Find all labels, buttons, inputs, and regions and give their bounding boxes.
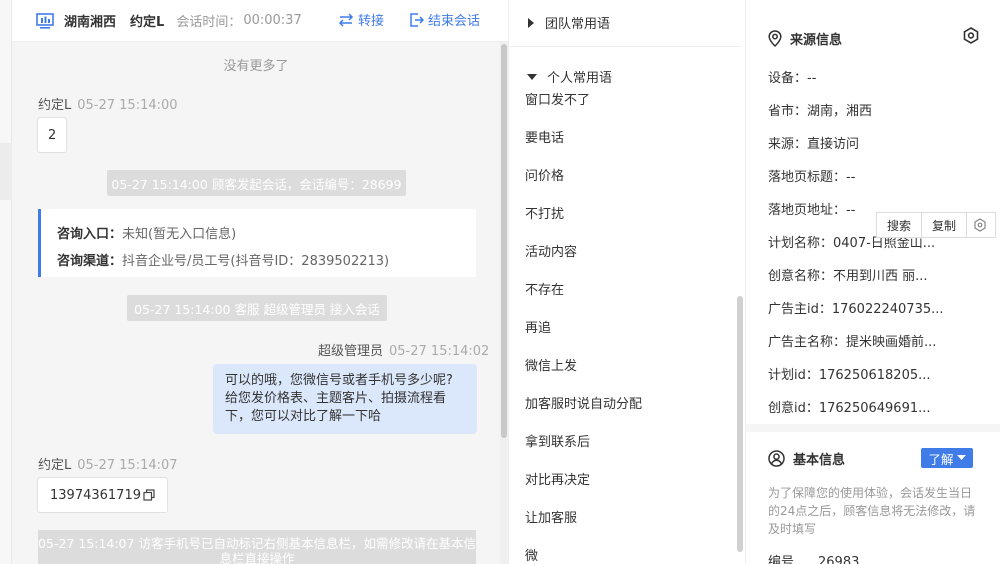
session-timer: 00:00:37 xyxy=(243,13,302,28)
exit-icon xyxy=(410,12,424,27)
field-landing-title: 落地页标题：-- xyxy=(768,170,856,185)
consult-entry-row: 咨询入口：未知(暂无入口信息) xyxy=(57,221,476,248)
consult-entry-label: 咨询入口： xyxy=(57,227,123,242)
learn-more-button[interactable]: 了解 xyxy=(921,448,973,468)
message-time: 05-27 15:14:00 xyxy=(77,98,178,113)
field-creative-name: 创意名称：不用到川西 丽... xyxy=(768,269,928,284)
message-text: 13974361719 xyxy=(50,487,141,503)
phrase-item[interactable]: 不存在 xyxy=(525,279,564,298)
settings-small-icon[interactable] xyxy=(973,218,987,232)
visitor-region: 湖南湘西 xyxy=(64,15,117,30)
message-time: 05-27 15:14:02 xyxy=(389,344,490,359)
field-id: 编号 26983 xyxy=(768,551,859,564)
phrase-item[interactable]: 不打扰 xyxy=(525,203,564,222)
message-time: 05-27 15:14:07 xyxy=(77,458,178,473)
visitor-message-bubble: 2 xyxy=(37,117,68,153)
transfer-label: 转接 xyxy=(358,14,385,29)
field-source: 来源：直接访问 xyxy=(768,137,860,152)
chat-panel: 湖南湘西 约定L 会话时间： 00:00:37 转接 结束会话 没有更多了 约定… xyxy=(12,0,508,564)
no-more-messages: 没有更多了 xyxy=(223,59,289,74)
visitor-name: 约定L xyxy=(130,15,165,30)
end-session-label: 结束会话 xyxy=(428,14,481,29)
system-message-join: 05-27 15:14:00 客服 超级管理员 接入会话 xyxy=(127,295,387,321)
personal-phrases-group[interactable]: 个人常用语 xyxy=(527,67,612,86)
transfer-icon xyxy=(338,12,354,27)
phrase-item[interactable]: 拿到联系后 xyxy=(525,431,590,450)
phrase-item[interactable]: 活动内容 xyxy=(525,241,577,260)
field-province-city: 省市：湖南，湘西 xyxy=(768,104,873,119)
session-time-label: 会话时间： xyxy=(176,15,242,30)
basic-info-note: 为了保障您的使用体验，会话发生当日的24点之后，顾客信息将无法修改，请及时填写 xyxy=(768,486,976,536)
agent-sender: 超级管理员 05-27 15:14:02 xyxy=(318,340,489,359)
end-session-button[interactable]: 结束会话 xyxy=(409,10,480,29)
chat-scrollbar-thumb[interactable] xyxy=(501,44,507,438)
section-divider xyxy=(746,424,1000,432)
team-phrases-title: 团队常用语 xyxy=(545,17,611,32)
phrase-item[interactable]: 要电话 xyxy=(525,127,564,146)
sender-name: 约定L xyxy=(38,458,72,473)
system-message-phone-marked: 05-27 15:14:07 访客手机号已自动标记右侧基本信息栏，如需修改请在基… xyxy=(38,530,476,564)
learn-more-label: 了解 xyxy=(928,451,954,467)
monitor-icon xyxy=(36,12,54,29)
field-plan-id: 计划id：176250618205... xyxy=(768,368,931,383)
message-sender: 约定L 05-27 15:14:00 xyxy=(38,94,178,113)
field-advertiser-name: 广告主名称：提米映画婚前... xyxy=(768,335,937,350)
phrase-item[interactable]: 微 xyxy=(525,545,538,564)
consult-info-card: 咨询入口：未知(暂无入口信息) 咨询渠道：抖音企业号/员工号(抖音号ID：283… xyxy=(38,209,476,277)
location-pin-icon xyxy=(768,30,782,47)
phrase-item[interactable]: 窗口发不了 xyxy=(525,89,590,108)
transfer-button[interactable]: 转接 xyxy=(338,10,384,29)
consult-channel-row: 咨询渠道：抖音企业号/员工号(抖音号ID：2839502213) xyxy=(57,248,476,275)
consult-channel-value: 抖音企业号/员工号(抖音号ID：2839502213) xyxy=(122,254,390,269)
visitor-info-panel: 来源信息 设备：-- 省市：湖南，湘西 来源：直接访问 落地页标题：-- 落地页… xyxy=(746,0,1000,564)
group-divider xyxy=(509,46,741,47)
consult-entry-value: 未知(暂无入口信息) xyxy=(122,227,237,242)
phrase-item[interactable]: 对比再决定 xyxy=(525,469,590,488)
visitor-message-bubble[interactable]: 13974361719 xyxy=(37,477,168,513)
source-info-title: 来源信息 xyxy=(768,29,842,48)
field-landing-url: 落地页地址：-- xyxy=(768,203,856,218)
sender-name: 约定L xyxy=(38,98,72,113)
agent-message-bubble: 可以的哦，您微信号或者手机号多少呢?给您发价格表、主题客片、拍摄流程看下，您可以… xyxy=(213,364,477,434)
left-edge-strip xyxy=(0,0,12,564)
copy-icon[interactable] xyxy=(143,489,155,501)
source-info-label: 来源信息 xyxy=(790,33,843,48)
field-id-label: 编号 xyxy=(768,555,795,564)
field-id-value: 26983 xyxy=(818,555,860,564)
caret-right-icon xyxy=(528,17,534,28)
personal-phrases-title: 个人常用语 xyxy=(547,71,613,86)
phrase-item[interactable]: 让加客服 xyxy=(525,507,577,526)
user-circle-icon xyxy=(768,450,785,467)
text-selection-toolbar: 搜索 复制 xyxy=(876,212,996,238)
caret-down-icon xyxy=(956,455,966,460)
left-edge-tab[interactable] xyxy=(0,143,12,200)
consult-channel-label: 咨询渠道： xyxy=(57,254,123,269)
basic-info-title: 基本信息 xyxy=(768,449,845,468)
phrase-item[interactable]: 再追 xyxy=(525,317,551,336)
phrase-item[interactable]: 微信上发 xyxy=(525,355,577,374)
phrases-scrollbar-thumb[interactable] xyxy=(737,296,743,552)
copy-button[interactable]: 复制 xyxy=(922,217,966,234)
team-phrases-group[interactable]: 团队常用语 xyxy=(527,13,610,32)
field-creative-id: 创意id：176250649691... xyxy=(768,401,931,416)
search-button[interactable]: 搜索 xyxy=(877,217,921,234)
toolbar-separator xyxy=(966,212,968,238)
phrase-item[interactable]: 问价格 xyxy=(525,165,564,184)
phrase-item[interactable]: 加客服时说自动分配 xyxy=(525,393,642,412)
message-text: 2 xyxy=(48,127,57,143)
sender-name: 超级管理员 xyxy=(318,344,384,359)
settings-icon[interactable] xyxy=(962,27,980,45)
field-device: 设备：-- xyxy=(768,71,817,86)
quick-phrases-panel: 团队常用语 个人常用语 窗口发不了 要电话 问价格 不打扰 活动内容 不存在 再… xyxy=(508,0,746,564)
message-sender: 约定L 05-27 15:14:07 xyxy=(38,454,178,473)
field-advertiser-id: 广告主id：176022240735... xyxy=(768,302,944,317)
basic-info-label: 基本信息 xyxy=(793,453,846,468)
caret-down-icon xyxy=(527,73,537,80)
system-message: 05-27 15:14:00 顾客发起会话，会话编号：28699 xyxy=(107,170,406,196)
